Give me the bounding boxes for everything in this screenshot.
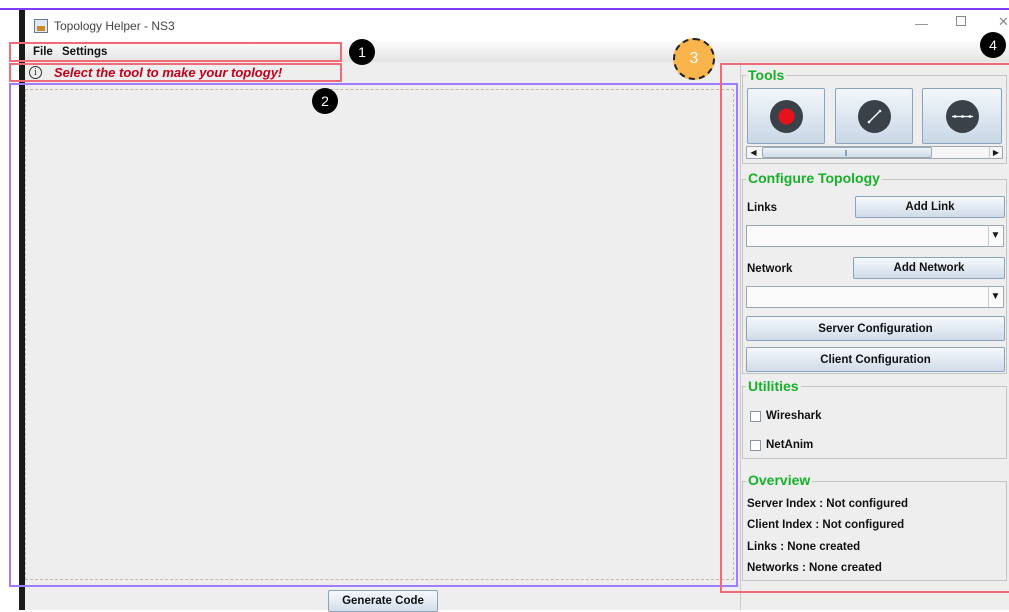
annotation-box-canvas xyxy=(9,83,738,587)
annotation-badge-2: 2 xyxy=(312,88,338,114)
close-button[interactable]: ✕ xyxy=(998,14,1009,30)
annotation-badge-1: 1 xyxy=(349,39,375,65)
annotation-box-panel xyxy=(720,63,1009,593)
app-icon xyxy=(34,19,48,33)
generate-code-button[interactable]: Generate Code xyxy=(328,590,438,612)
minimize-button[interactable]: — xyxy=(915,16,928,31)
maximize-button[interactable] xyxy=(956,16,966,26)
window-title: Topology Helper - NS3 xyxy=(54,19,175,33)
annotation-badge-4: 4 xyxy=(980,32,1006,58)
annotation-box-instruction xyxy=(9,63,342,82)
annotation-badge-3: 3 xyxy=(673,38,715,80)
annotation-box-menu xyxy=(9,42,342,62)
